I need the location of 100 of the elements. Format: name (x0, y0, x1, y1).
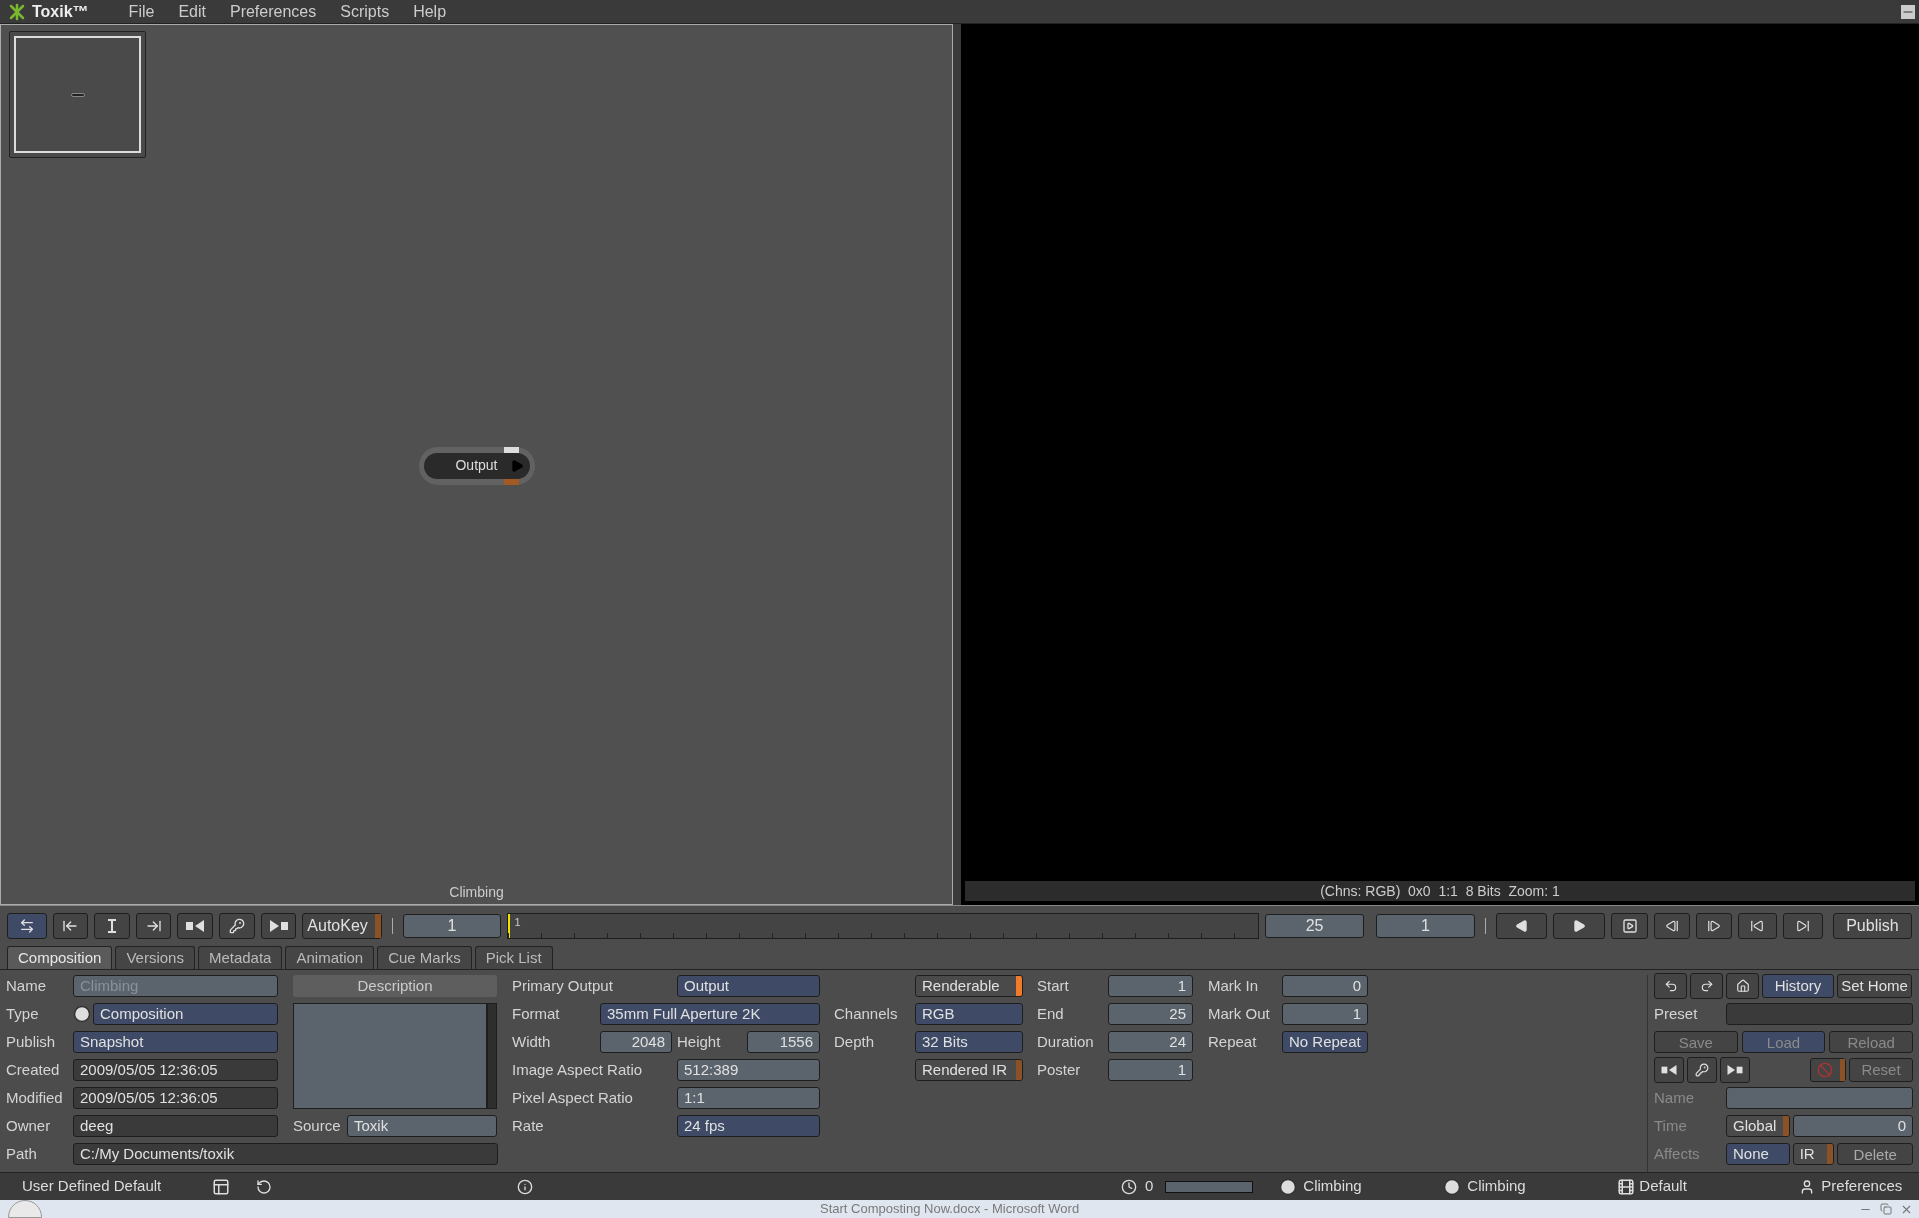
set-home-button[interactable]: Set Home (1837, 974, 1912, 998)
key-icon (228, 917, 245, 934)
scrollbar[interactable] (487, 1003, 497, 1109)
field-label: Format (512, 1003, 561, 1024)
description-field[interactable] (293, 1003, 487, 1109)
layout-label: User Defined Default (22, 1176, 163, 1197)
menu-item[interactable]: Preferences (217, 0, 329, 24)
step-back-button[interactable] (1654, 912, 1691, 939)
field-label: Depth (834, 1031, 876, 1052)
redo-button[interactable] (1690, 973, 1723, 999)
version-name: Climbing (1467, 1176, 1527, 1197)
field-label: Path (6, 1143, 38, 1164)
pixel-aspect-field[interactable]: 1:1 (677, 1087, 820, 1109)
field[interactable]: 2009/05/05 12:36:05 (73, 1059, 278, 1081)
toggle-button[interactable]: Rendered IR (915, 1059, 1023, 1081)
info-icon[interactable] (517, 1178, 533, 1195)
menu-item[interactable]: Help (401, 0, 459, 24)
tab[interactable]: Pick List (474, 946, 553, 969)
step-forward-button[interactable] (1696, 912, 1732, 939)
undo-icon[interactable] (256, 1178, 272, 1195)
play-range-button[interactable] (1610, 912, 1649, 939)
source-field[interactable]: Toxik (347, 1115, 497, 1137)
field-label: Channels (834, 1003, 899, 1024)
menu-item[interactable]: File (116, 0, 167, 24)
preset-name-field[interactable] (1726, 1087, 1913, 1109)
frame-field[interactable]: 1 (1108, 1059, 1193, 1081)
tab[interactable]: Versions (115, 946, 195, 969)
set-key-button[interactable] (94, 912, 130, 939)
frame-field[interactable]: 24 (1108, 1031, 1193, 1053)
frame-field[interactable]: 1 (1108, 975, 1193, 997)
field[interactable]: deeg (73, 1115, 278, 1137)
end-frame-field[interactable]: 25 (1265, 913, 1364, 938)
key-button[interactable] (1687, 1057, 1717, 1083)
menu-item[interactable]: Scripts (328, 0, 402, 24)
minimize-icon[interactable] (1901, 4, 1915, 19)
add-key-button[interactable] (1720, 1057, 1750, 1083)
go-to-start-icon (1750, 918, 1765, 933)
timeline-ruler[interactable]: 1 (507, 912, 1260, 939)
key-button[interactable] (219, 912, 255, 939)
field-label: Time (1654, 1115, 1688, 1136)
layout-icon[interactable] (212, 1177, 230, 1196)
height-field[interactable]: 1556 (747, 1031, 820, 1053)
width-field[interactable]: 2048 (600, 1031, 672, 1053)
delete-key-button[interactable] (177, 912, 214, 939)
tab[interactable]: Metadata (197, 946, 283, 969)
frame-field[interactable]: 25 (1108, 1003, 1193, 1025)
clock-icon (1121, 1178, 1137, 1195)
mark-field[interactable]: 1 (1282, 1003, 1368, 1025)
loop-icon (18, 917, 35, 934)
image-aspect-field[interactable]: 512:389 (677, 1059, 820, 1081)
rate-menu[interactable]: 24 fps (677, 1115, 820, 1137)
ir-toggle[interactable]: IR (1792, 1143, 1835, 1165)
mark-field[interactable]: No Repeat (1282, 1031, 1368, 1053)
output-node[interactable]: Output (418, 446, 535, 485)
current-frame-field[interactable]: 1 (402, 913, 502, 938)
step-back-icon (1665, 918, 1680, 933)
tab[interactable]: Composition (7, 946, 113, 969)
set-key-icon (107, 918, 117, 933)
dropdown-menu[interactable]: 32 Bits (915, 1031, 1023, 1053)
go-to-end-button[interactable] (1783, 912, 1823, 939)
undo-button[interactable] (1654, 973, 1687, 999)
affects-menu[interactable]: None (1726, 1143, 1790, 1165)
time-field[interactable]: 0 (1792, 1115, 1913, 1137)
format-menu[interactable]: 35mm Full Aperture 2K (600, 1003, 820, 1025)
history-menu[interactable]: History (1762, 974, 1834, 998)
delete-button[interactable]: Delete (1837, 1143, 1913, 1165)
preset-field[interactable] (1726, 1003, 1913, 1025)
publish-button[interactable]: Publish (1832, 912, 1912, 939)
field-label: Duration (1037, 1031, 1095, 1052)
cancel-toggle[interactable] (1810, 1058, 1846, 1082)
field[interactable]: Snapshot (73, 1031, 278, 1053)
tab[interactable]: Cue Marks (377, 946, 472, 969)
toggle-button[interactable]: Renderable (915, 975, 1023, 997)
go-to-start-button[interactable] (1737, 912, 1778, 939)
path-field[interactable]: C:/My Documents/toxik (73, 1143, 498, 1165)
primary-output-menu[interactable]: Output (677, 975, 820, 997)
field-label: Repeat (1208, 1031, 1258, 1052)
play-button[interactable] (1553, 912, 1605, 939)
frame-field[interactable]: 1 (1376, 913, 1475, 938)
type-menu[interactable]: Composition (93, 1003, 278, 1025)
previous-key-button[interactable] (52, 912, 89, 939)
play-reverse-button[interactable] (1495, 912, 1548, 939)
step-forward-icon (1706, 918, 1721, 933)
add-key-button[interactable] (260, 912, 297, 939)
next-key-button[interactable] (135, 912, 172, 939)
loop-button[interactable] (7, 912, 47, 939)
autokey-toggle[interactable]: AutoKey (302, 912, 382, 939)
add-key-icon (269, 919, 288, 932)
prohibited-icon (1817, 1062, 1833, 1078)
field[interactable]: 2009/05/05 12:36:05 (73, 1087, 278, 1109)
menu-item[interactable]: Edit (166, 0, 218, 24)
mark-field[interactable]: 0 (1282, 975, 1368, 997)
tab[interactable]: Animation (285, 946, 375, 969)
viewer-status: (Chns: RGB) 0x0 1:1 8 Bits Zoom: 1 (965, 881, 1915, 901)
dropdown-menu[interactable]: RGB (915, 1003, 1023, 1025)
time-mode-toggle[interactable]: Global (1726, 1115, 1790, 1137)
field-label: Source (293, 1115, 342, 1136)
home-button[interactable] (1726, 973, 1759, 999)
delete-key-button[interactable] (1654, 1057, 1684, 1083)
field-label: Affects (1654, 1143, 1701, 1164)
